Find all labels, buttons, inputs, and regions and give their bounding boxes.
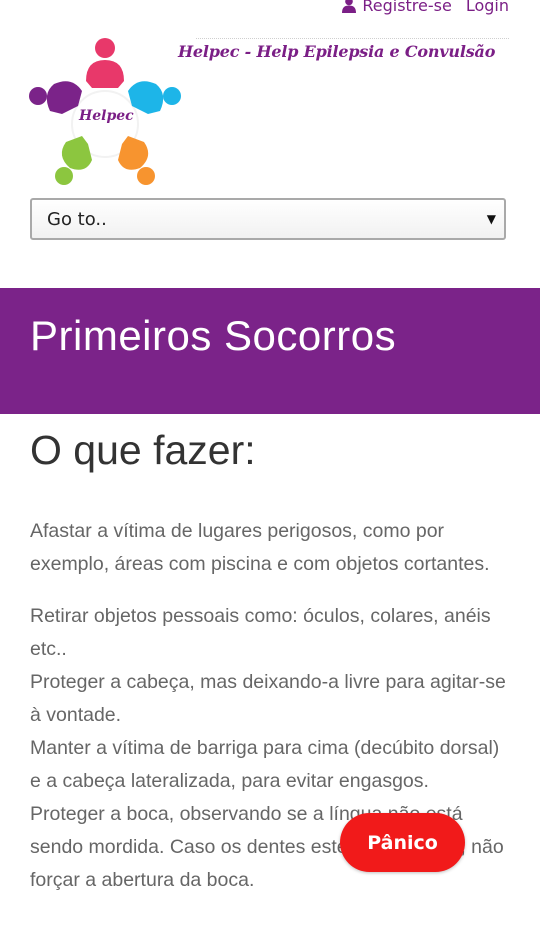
instruction-line: Proteger a cabeça, mas deixando-a livre … [30, 671, 506, 726]
logo-text: Helpec [79, 108, 134, 124]
caret-down-icon: ▼ [486, 212, 496, 226]
paragraph-1: Afastar a vítima de lugares perigosos, c… [30, 520, 490, 575]
instruction-line: Manter a vítima de barriga para cima (de… [30, 737, 500, 792]
header-divider [196, 38, 509, 39]
register-label: Registre-se [362, 0, 452, 15]
page-title: Primeiros Socorros [30, 312, 397, 359]
register-link[interactable]: Registre-se [342, 0, 452, 15]
login-link[interactable]: Login [466, 0, 509, 15]
site-title[interactable]: Helpec - Help Epilepsia e Convulsão [178, 42, 495, 61]
user-links: Registre-se Login [342, 0, 509, 17]
panic-button[interactable]: Pânico [340, 813, 465, 872]
instruction-line: Retirar objetos pessoais como: óculos, c… [30, 605, 491, 660]
user-icon [342, 0, 357, 13]
goto-value: Go to.. [47, 208, 107, 230]
section-heading: O que fazer: [30, 427, 256, 473]
goto-select[interactable]: Go to.. ▼ [30, 198, 506, 240]
page-banner: Primeiros Socorros [0, 288, 540, 414]
